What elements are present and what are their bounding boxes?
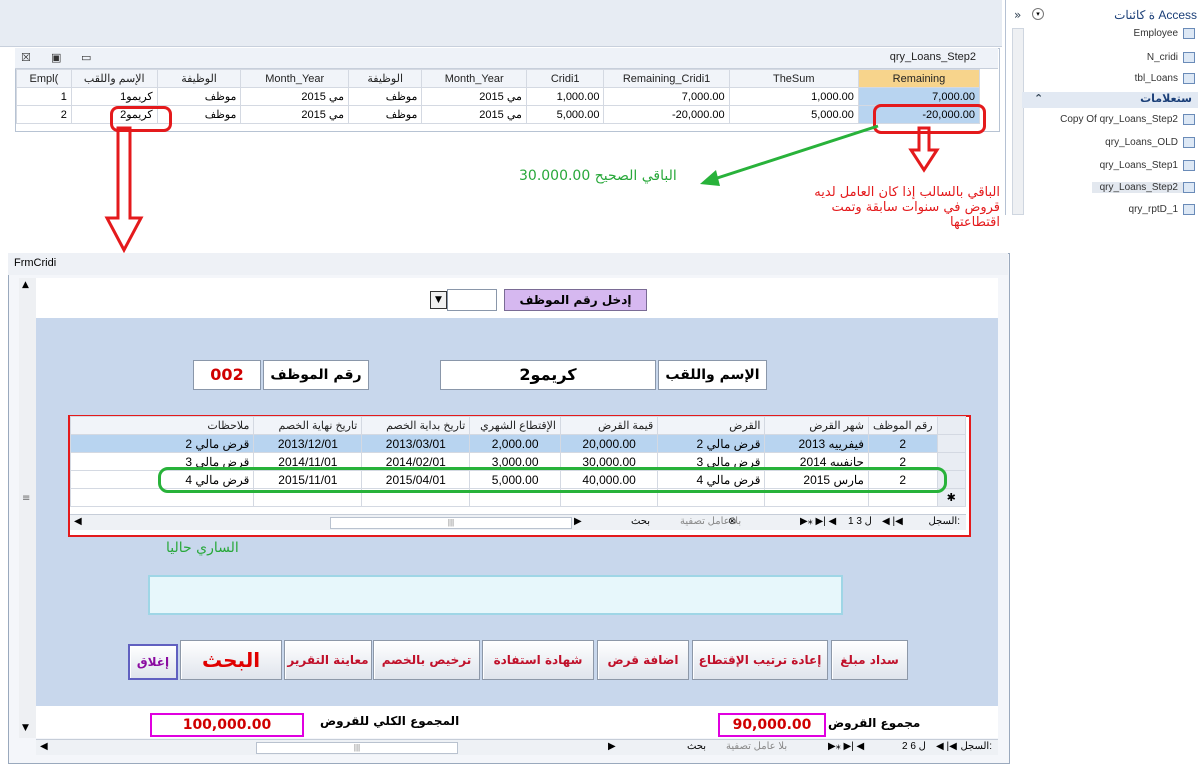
annotation-line: اقتطاعتها xyxy=(949,215,1000,230)
record-nav-first[interactable]: ◀ |◀ xyxy=(882,516,903,527)
col-header[interactable]: الإقتطاع الشهري xyxy=(469,416,561,435)
cell[interactable]: قرض مالي 2 xyxy=(657,434,766,453)
name-value[interactable]: كريمو2 xyxy=(440,360,656,390)
annotation-current-row xyxy=(158,467,947,493)
deduction-permit-button[interactable]: ترخيص بالخصم xyxy=(373,640,480,680)
red-down-arrow xyxy=(104,126,144,254)
record-nav-arrows[interactable]: ▶⁎ ▶| ◀ xyxy=(800,516,836,527)
form-vertical-scrollbar[interactable]: ▲ ≡ ▼ xyxy=(19,278,37,738)
scroll-left-icon[interactable]: ◀ xyxy=(74,516,82,527)
add-loan-button[interactable]: اضافة قرض xyxy=(597,640,689,680)
total-loans-label: المجموع الكلي للقروض xyxy=(320,714,460,728)
col-header[interactable]: ملاحظات xyxy=(69,416,255,435)
cell[interactable]: 2,000.00 xyxy=(469,434,561,453)
record-position[interactable]: 2 ل 6 xyxy=(902,741,926,752)
annotation-line: الباقي بالسالب إذا كان العامل لديه xyxy=(814,185,1000,200)
emp-no-value[interactable]: 002 xyxy=(193,360,261,390)
col-header[interactable]: القرض xyxy=(657,416,766,435)
record-label: السجل: xyxy=(960,741,992,752)
reorder-deduction-button[interactable]: إعادة ترتيب الإقتطاع xyxy=(692,640,828,680)
cell[interactable]: 2013/12/01 xyxy=(253,434,363,453)
record-position[interactable]: 1 ل 3 xyxy=(848,516,872,527)
horizontal-scrollbar[interactable]: ||| xyxy=(330,517,572,529)
form-record-nav: ◀ ||| ▶ بحث بلا عامل تصفية ▶⁎ ▶| ◀ 2 ل 6… xyxy=(36,739,998,755)
row-selector[interactable] xyxy=(936,434,967,453)
green-arrow-line xyxy=(707,124,879,183)
search-button[interactable]: البحث xyxy=(180,640,282,680)
total-loans-value: 100,000.00 xyxy=(150,713,304,737)
pay-amount-button[interactable]: سداد مبلغ xyxy=(831,640,908,680)
col-header[interactable]: رقم الموظف xyxy=(867,416,938,435)
scroll-up-icon[interactable]: ▲ xyxy=(22,280,29,290)
col-header[interactable]: تاريخ بداية الخصم xyxy=(361,416,471,435)
record-nav-arrows[interactable]: ▶⁎ ▶| ◀ xyxy=(828,741,864,752)
emp-combo-input[interactable] xyxy=(447,289,497,311)
scroll-down-icon[interactable]: ▼ xyxy=(22,723,29,733)
subform-record-nav: ◀ ||| ▶ بحث ⊗ بلا عامل تصفية ▶⁎ ▶| ◀ 1 ل… xyxy=(70,514,966,530)
form-titlebar: FrmCridi xyxy=(8,253,1008,275)
col-header[interactable]: شهر القرض xyxy=(764,416,869,435)
form-title: FrmCridi xyxy=(14,257,57,269)
col-header[interactable]: قيمة القرض xyxy=(559,416,659,435)
certificate-button[interactable]: شهادة استفادة xyxy=(482,640,594,680)
search-box[interactable]: بحث xyxy=(590,516,650,527)
scroll-left-icon[interactable]: ◀ xyxy=(40,741,48,752)
name-label: الإسم واللقب xyxy=(658,360,767,390)
chevron-down-icon[interactable]: ▼ xyxy=(430,291,447,309)
sum-loans-value: 90,000.00 xyxy=(718,713,826,737)
preview-report-button[interactable]: معاينة التقرير xyxy=(284,640,372,680)
no-filter-label[interactable]: بلا عامل تصفية xyxy=(726,741,787,752)
notes-textbox[interactable] xyxy=(148,575,843,615)
record-nav-first[interactable]: ◀ |◀ xyxy=(936,741,957,752)
green-arrow-head xyxy=(700,170,720,186)
cell[interactable]: فيفرييه 2013 xyxy=(764,434,869,453)
col-header[interactable]: تاريخ نهاية الخصم xyxy=(253,416,363,435)
row-selector-header xyxy=(936,416,967,435)
loans-subform-grid[interactable]: رقم الموظف شهر القرض القرض قيمة القرض ال… xyxy=(69,416,967,507)
no-filter-label[interactable]: بلا عامل تصفية xyxy=(680,516,741,527)
emp-no-label: رقم الموظف xyxy=(263,360,369,390)
horizontal-scrollbar[interactable]: ||| xyxy=(256,742,458,754)
scroll-right-icon[interactable]: ▶ xyxy=(574,516,582,527)
scroll-right-icon[interactable]: ▶ xyxy=(608,741,616,752)
annotation-current: الساري حاليا xyxy=(166,540,239,556)
scroll-grip-icon[interactable]: ≡ xyxy=(22,493,30,504)
cell[interactable]: 2 xyxy=(867,434,938,453)
red-down-arrow-small xyxy=(908,126,940,173)
annotation-correct-remaining: 30.000.00 الباقي الصحيح xyxy=(519,168,677,184)
sum-loans-label: مجموع القروض xyxy=(828,716,921,730)
close-button[interactable]: إغلاق xyxy=(128,644,178,680)
enter-emp-label: إدخل رقم الموظف xyxy=(504,289,647,311)
table-row[interactable]: 2 فيفرييه 2013 قرض مالي 2 20,000.00 2,00… xyxy=(69,434,967,453)
search-box[interactable]: بحث xyxy=(636,741,706,752)
cell[interactable]: 2013/03/01 xyxy=(361,434,471,453)
record-label: السجل: xyxy=(928,516,960,527)
annotation-line: قروض في سنوات سابقة وتمت xyxy=(831,200,1000,215)
annotation-negative-note: الباقي بالسالب إذا كان العامل لديه قروض … xyxy=(782,185,1000,230)
cell[interactable]: قرض مالي 2 xyxy=(69,434,255,453)
cell[interactable]: 20,000.00 xyxy=(559,434,659,453)
